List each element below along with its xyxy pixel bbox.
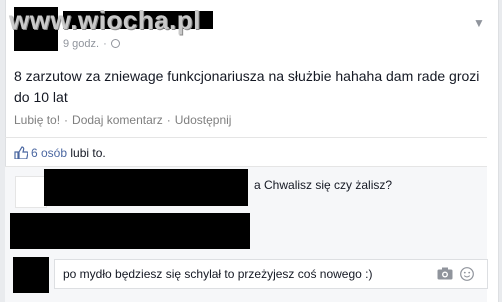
comment-text: a Chwalisz się czy żalisz?: [254, 178, 393, 192]
emoji-icon[interactable]: [460, 267, 474, 281]
timestamp-separator: ·: [103, 38, 107, 50]
watermark: www.wiocha.pl: [9, 5, 201, 35]
comment-link[interactable]: Dodaj komentarz: [72, 113, 163, 127]
timestamp-label[interactable]: 9 godz.: [63, 38, 99, 50]
commenter-avatar[interactable]: [15, 176, 47, 208]
comment-input[interactable]: po mydło będziesz się schylał to przeżyj…: [54, 259, 488, 289]
likes-suffix: lubi to.: [70, 146, 106, 160]
divider: [5, 137, 487, 138]
chevron-down-icon[interactable]: ▼: [468, 15, 490, 31]
comment-input-text[interactable]: po mydło będziesz się schylał to przeżyj…: [63, 267, 372, 281]
like-thumb-icon: [14, 146, 28, 159]
post-timestamp[interactable]: 9 godz. ·: [63, 38, 120, 50]
composer-avatar-redacted: [13, 257, 49, 293]
action-separator: ·: [64, 113, 69, 127]
divider: [5, 166, 487, 167]
post-body: 8 zarzutow za zniewage funkcjonariusza n…: [14, 68, 480, 105]
share-link[interactable]: Udostępnij: [175, 113, 232, 127]
comment-redacted-block: [10, 213, 250, 249]
comment-redacted-block: [44, 169, 248, 206]
globe-icon[interactable]: [110, 39, 120, 48]
post-actions: Lubię to! · Dodaj komentarz · Udostępnij: [14, 113, 231, 127]
likes-summary: 6 osób lubi to.: [14, 146, 106, 160]
camera-icon[interactable]: [437, 267, 453, 280]
like-link[interactable]: Lubię to!: [14, 113, 60, 127]
likes-count-link[interactable]: 6 osób: [31, 146, 67, 160]
action-separator: ·: [166, 113, 171, 127]
